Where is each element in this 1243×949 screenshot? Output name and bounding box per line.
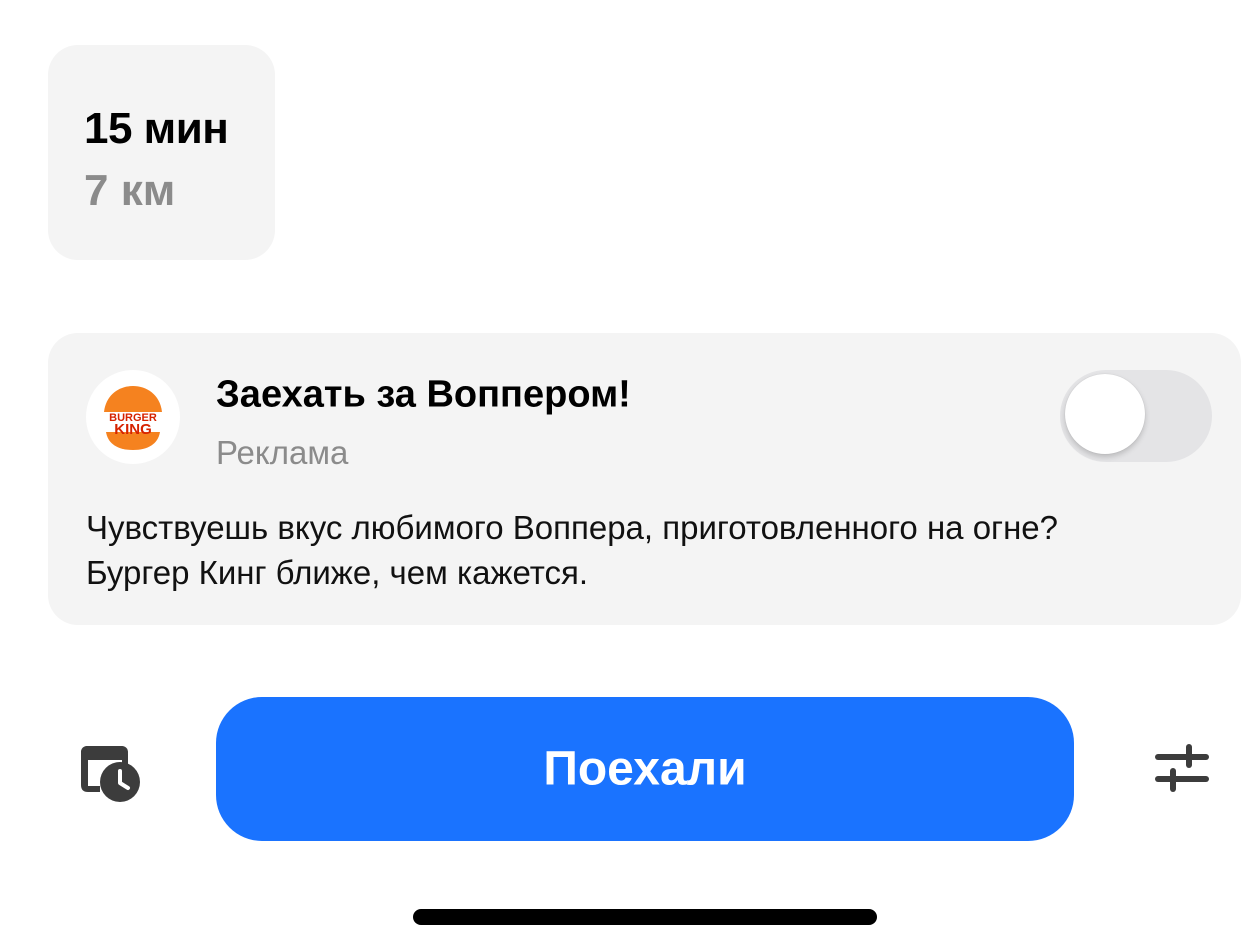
calendar-clock-icon <box>81 746 140 802</box>
ride-options-button[interactable] <box>1150 740 1216 800</box>
promo-stop-toggle[interactable] <box>1060 370 1212 462</box>
route-distance: 7 км <box>84 166 176 215</box>
promo-description-line-1: Чувствуешь вкус любимого Воппера, пригот… <box>86 509 1059 546</box>
go-button-label: Поехали <box>543 742 747 796</box>
home-indicator[interactable] <box>413 909 877 925</box>
sliders-icon <box>1155 744 1209 792</box>
burger-king-logo-icon: BURGER KING <box>86 370 180 464</box>
toggle-knob <box>1065 374 1145 454</box>
promo-ad-label: Реклама <box>216 434 349 471</box>
route-duration: 15 мин <box>84 104 229 153</box>
promo-title: Заехать за Воппером! <box>216 373 631 416</box>
schedule-ride-button[interactable] <box>78 742 144 802</box>
route-summary-card[interactable]: 15 мин 7 км <box>48 45 275 260</box>
logo-text-king: KING <box>114 421 152 438</box>
promo-card[interactable]: BURGER KING Заехать за Воппером! Реклама… <box>48 333 1241 625</box>
promo-description-line-2: Бургер Кинг ближе, чем кажется. <box>86 554 589 591</box>
promo-description: Чувствуешь вкус любимого Воппера, пригот… <box>86 505 1206 595</box>
go-button[interactable]: Поехали <box>216 697 1074 841</box>
burger-king-logo-graphic: BURGER KING <box>104 386 162 450</box>
